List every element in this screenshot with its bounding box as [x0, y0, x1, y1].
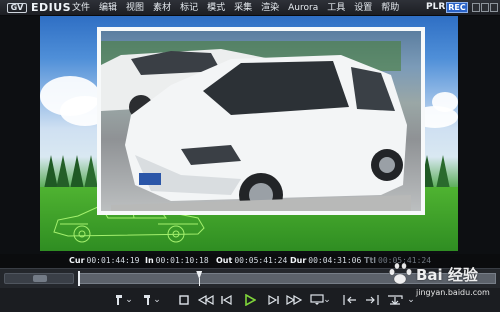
- out-timecode: Out 00:05:41:24: [216, 256, 288, 265]
- menu-edit[interactable]: 编辑: [99, 2, 117, 14]
- app-name: EDIUS: [31, 1, 72, 14]
- player-mode-toggle[interactable]: PLR: [426, 2, 445, 12]
- menu-bar: GV EDIUS 文件 编辑 视图 素材 标记 模式 采集 渲染 Aurora …: [0, 0, 500, 16]
- menu-clip[interactable]: 素材: [153, 2, 171, 14]
- cur-timecode: Cur 00:01:44:19: [69, 256, 140, 265]
- menu-settings[interactable]: 设置: [354, 2, 372, 14]
- watermark-url: jingyan.baidu.com: [416, 288, 490, 297]
- in-point-marker: [78, 271, 80, 286]
- menu-marker[interactable]: 标记: [180, 2, 198, 14]
- mark-out-dropdown-icon[interactable]: ⌄: [152, 292, 162, 308]
- watermark-text: Bai 经验: [416, 266, 478, 284]
- main-car-image: [111, 55, 411, 211]
- insert-icon[interactable]: [340, 292, 360, 308]
- duration-timecode: Dur 00:04:31:06: [290, 256, 362, 265]
- main-menu: 文件 编辑 视图 素材 标记 模式 采集 渲染 Aurora 工具 设置 帮助: [72, 2, 408, 14]
- minimize-button[interactable]: [472, 3, 480, 12]
- shuttle-slider[interactable]: [4, 273, 74, 284]
- baidu-watermark: Bai 经验 jingyan.baidu.com: [380, 258, 496, 308]
- stop-icon[interactable]: [176, 292, 192, 308]
- in-timecode: In 00:01:10:18: [145, 256, 209, 265]
- fast-forward-icon[interactable]: [284, 292, 304, 308]
- menu-aurora[interactable]: Aurora: [288, 2, 318, 14]
- mark-in-dropdown-icon[interactable]: ⌄: [124, 292, 134, 308]
- maximize-button[interactable]: [481, 3, 489, 12]
- menu-view[interactable]: 视图: [126, 2, 144, 14]
- baidu-paw-icon: [389, 262, 412, 285]
- rewind-icon[interactable]: [196, 292, 216, 308]
- close-button[interactable]: [490, 3, 498, 12]
- menu-file[interactable]: 文件: [72, 2, 90, 14]
- step-back-icon[interactable]: [218, 292, 236, 308]
- step-forward-icon[interactable]: [264, 292, 282, 308]
- recorder-monitor: [0, 16, 500, 254]
- picture-in-picture-frame: [97, 27, 425, 215]
- preview-frame: [40, 16, 458, 251]
- menu-help[interactable]: 帮助: [381, 2, 399, 14]
- menu-capture[interactable]: 采集: [234, 2, 252, 14]
- shuttle-knob[interactable]: [33, 275, 47, 282]
- app-logo: GV: [7, 3, 27, 13]
- loop-dropdown-icon[interactable]: ⌄: [322, 292, 332, 308]
- overwrite-icon[interactable]: [362, 292, 382, 308]
- menu-render[interactable]: 渲染: [261, 2, 279, 14]
- play-icon[interactable]: [241, 292, 259, 308]
- recorder-mode-toggle[interactable]: REC: [446, 2, 468, 13]
- menu-tools[interactable]: 工具: [327, 2, 345, 14]
- playhead-line: [198, 278, 200, 286]
- car-photo: [101, 31, 421, 211]
- menu-mode[interactable]: 模式: [207, 2, 225, 14]
